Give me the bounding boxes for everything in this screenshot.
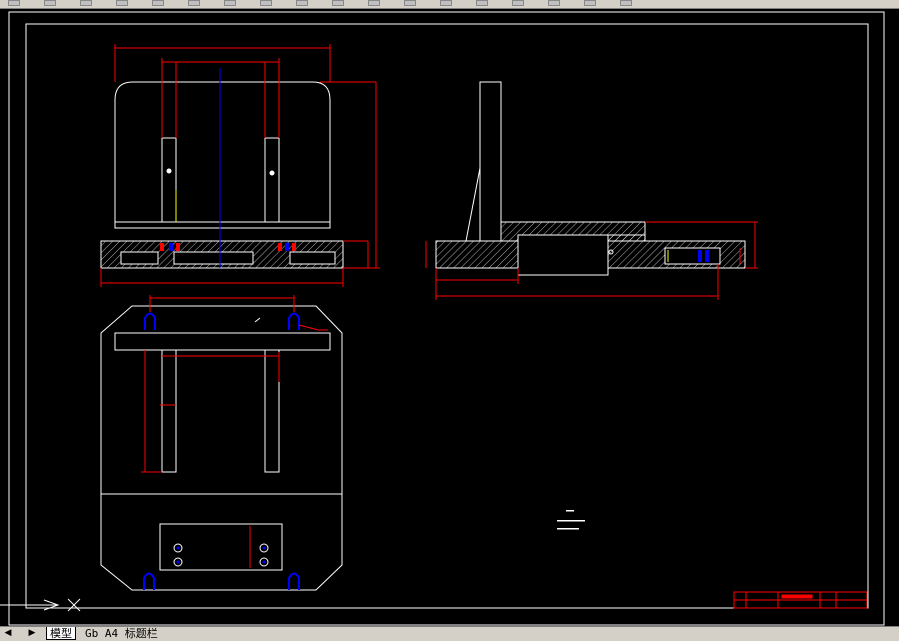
top-view-hole-centers [176,546,266,564]
tool-10-button[interactable] [332,0,344,6]
tool-14-button[interactable] [476,0,488,6]
tool-1-button[interactable] [8,0,20,6]
tab-gb-a4-title-block[interactable]: Gb A4 标题栏 [82,627,161,640]
tool-12-button[interactable] [404,0,416,6]
tab-model[interactable]: 模型 [46,627,76,640]
tool-7-button[interactable] [224,0,236,6]
top-view-slots [143,312,300,590]
front-view [100,81,344,269]
tool-9-button[interactable] [296,0,308,6]
top-view [100,305,343,591]
tab-nav-first-icon[interactable]: ◀ [2,628,14,639]
layout-tab-bar: ◀ ▶ 模型 Gb A4 标题栏 [0,626,899,641]
tool-16-button[interactable] [548,0,560,6]
tool-17-button[interactable] [584,0,596,6]
inner-border [25,23,869,609]
tab-nav-next-icon[interactable]: ▶ [26,628,38,639]
tool-15-button[interactable] [512,0,524,6]
tool-2-button[interactable] [44,0,56,6]
tool-4-button[interactable] [116,0,128,6]
top-dimensions [141,295,328,568]
tool-6-button[interactable] [188,0,200,6]
title-block [733,591,868,609]
tool-13-button[interactable] [440,0,452,6]
tool-8-button[interactable] [260,0,272,6]
tool-18-button[interactable] [620,0,632,6]
ucs-icon [0,598,81,612]
side-view [435,81,746,276]
drawing-canvas[interactable] [0,9,899,626]
top-view-holes [173,543,269,567]
toolbar [0,0,899,9]
tool-11-button[interactable] [368,0,380,6]
note-block [557,510,585,530]
drawing-svg [0,11,885,626]
tool-5-button[interactable] [152,0,164,6]
outer-border [8,11,885,626]
tool-3-button[interactable] [80,0,92,6]
